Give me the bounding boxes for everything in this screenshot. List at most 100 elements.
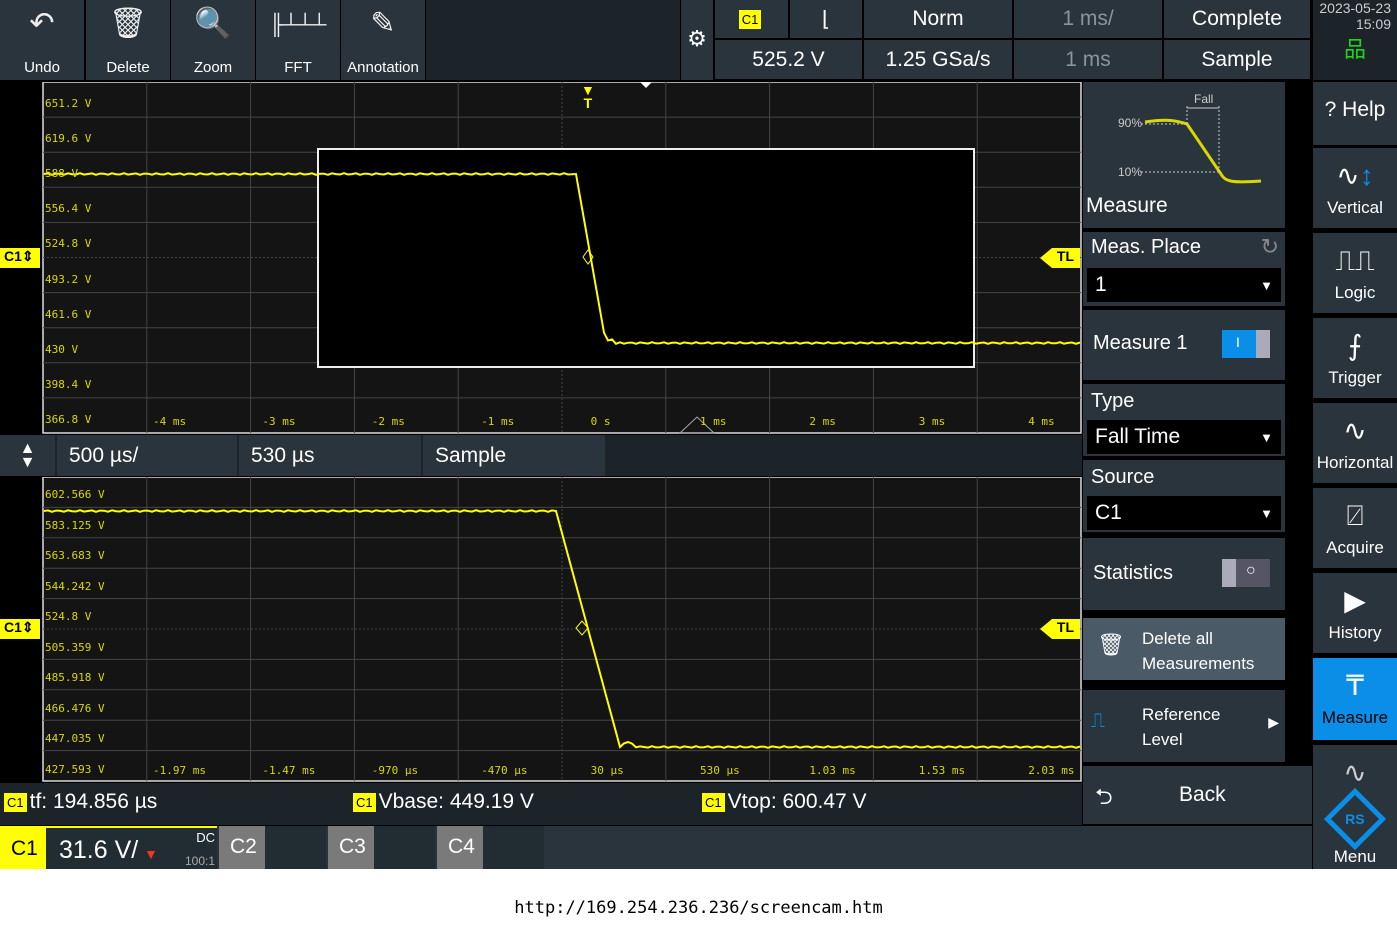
sidebar-acquire[interactable]: ⍁ Acquire	[1313, 488, 1397, 568]
source-label: Source	[1091, 466, 1155, 488]
statistics-toggle-row[interactable]: Statistics ○	[1083, 538, 1285, 610]
c1-scale: 31.6 V/	[59, 836, 139, 864]
fft-button[interactable]: ╟┴┴┴ FFT	[256, 0, 340, 80]
acquisition-state[interactable]: Complete	[1164, 0, 1310, 38]
trigger-source[interactable]: C1	[715, 0, 788, 38]
delete-all-button[interactable]: 🗑 Delete all Measurements	[1083, 618, 1285, 680]
sidebar-vertical[interactable]: ∿↕ Vertical	[1313, 148, 1397, 228]
axis-label: 366.8 V	[45, 412, 92, 426]
axis-label: 505.359 V	[45, 640, 105, 654]
trash-icon: 🗑	[1097, 632, 1125, 657]
sidebar-label: Trigger	[1328, 368, 1382, 387]
sidebar-horizontal[interactable]: ∿ Horizontal	[1313, 403, 1397, 483]
channel-c2-settings[interactable]	[265, 826, 326, 869]
meas-place-select[interactable]: 1 ▼	[1087, 268, 1281, 302]
type-select[interactable]: Fall Time ▼	[1087, 420, 1281, 454]
axis-label: 588 V	[45, 167, 79, 181]
horizontal-icon: ∿	[1343, 415, 1367, 446]
offset-marker-icon: ▼	[144, 846, 158, 862]
axis-label: 30 µs	[590, 764, 624, 777]
channel-c3-settings[interactable]	[374, 826, 435, 869]
back-button[interactable]: ⮌ Back	[1083, 766, 1312, 824]
axis-label: 524.8 V	[45, 610, 92, 623]
axis-label: 651.2 V	[45, 97, 92, 110]
fall-label: Fall	[1194, 92, 1214, 106]
trash-icon: 🗑	[108, 7, 148, 40]
channel-c4-settings[interactable]	[483, 826, 544, 869]
acquisition-mode[interactable]: Sample	[1164, 40, 1310, 79]
fft-label: FFT	[284, 59, 312, 76]
trigger-level[interactable]: 525.2 V	[715, 40, 862, 79]
axis-label: -970 µs	[371, 764, 419, 777]
sidebar-label: Help	[1342, 98, 1386, 121]
trigger-mode[interactable]: Norm	[864, 0, 1012, 38]
sidebar-history[interactable]: ▶ History	[1313, 573, 1397, 653]
zoom-mode[interactable]: Sample	[423, 435, 605, 476]
channel-marker-upper[interactable]: C1⇕	[0, 248, 40, 268]
sidebar-logic[interactable]: ⎍⎍ Logic	[1313, 233, 1397, 313]
channel-marker-lower[interactable]: C1⇕	[0, 619, 40, 639]
statistics-toggle[interactable]: ○	[1222, 559, 1270, 587]
axis-label: -470 µs	[481, 764, 528, 777]
record-length[interactable]: 1 ms	[1014, 40, 1162, 79]
axis-label: 563.683 V	[45, 549, 105, 562]
axis-label: 2.03 ms	[1028, 764, 1075, 777]
source-badge: C1	[4, 792, 27, 812]
axis-label: 1 ms	[700, 415, 727, 428]
measure1-toggle-row[interactable]: Measure 1 I	[1083, 310, 1285, 380]
trigger-source-badge: C1	[738, 9, 762, 29]
axis-label: 544.242 V	[45, 579, 105, 593]
trigger-position-marker[interactable]: ▼ T	[581, 83, 595, 110]
undo-button[interactable]: ↶ Undo	[0, 0, 84, 80]
axis-label: 461.6 V	[45, 307, 92, 321]
undo-label: Undo	[24, 59, 60, 76]
measurement-vbase[interactable]: C1 Vbase: 449.19 V	[353, 790, 534, 814]
sidebar-menu[interactable]: ∿ RS Menu	[1313, 745, 1397, 869]
upper-waveform-grid[interactable]	[0, 82, 1082, 434]
vertical-icon: ∿↕	[1336, 160, 1374, 191]
zoom-timebase[interactable]: 500 µs/	[57, 435, 237, 476]
reset-icon[interactable]: ↻	[1261, 234, 1279, 260]
source-select[interactable]: C1 ▼	[1087, 496, 1281, 530]
undo-icon: ↶	[29, 7, 55, 40]
annotation-button[interactable]: ✎ Annotation	[341, 0, 425, 80]
timebase[interactable]: 1 ms/	[1014, 0, 1162, 38]
axis-label: -2 ms	[371, 415, 405, 428]
caliper-icon: ₸	[1346, 670, 1364, 701]
back-arrow-icon: ⮌	[1095, 784, 1113, 809]
measurement-tf[interactable]: C1 tf: 194.856 µs	[4, 790, 157, 814]
sidebar-help[interactable]: ? Help	[1313, 82, 1397, 145]
channel-c2-button[interactable]: C2	[219, 826, 265, 869]
axis-label: 619.6 V	[45, 132, 92, 146]
axis-label: 583.125 V	[45, 518, 105, 532]
channel-c3-button[interactable]: C3	[328, 826, 374, 869]
channel-c4-button[interactable]: C4	[437, 826, 483, 869]
clock: 2023-05-23 15:09 品	[1313, 0, 1397, 80]
measurement-value: Vtop: 600.47 V	[727, 790, 867, 813]
zoom-button[interactable]: 🔍 Zoom	[171, 0, 255, 80]
axis-label: 1.53 ms	[918, 764, 966, 777]
zoom-updown-icon[interactable]: ▲ ▼	[0, 435, 55, 476]
meas-place-value: 1	[1095, 273, 1107, 296]
channel-c1-button[interactable]: C1	[0, 826, 46, 869]
c1-probe: 100:1	[184, 854, 215, 868]
sidebar-measure[interactable]: ₸ Measure	[1313, 658, 1397, 740]
reference-level-icon: ⎍	[1091, 710, 1105, 732]
lower-waveform-grid[interactable]	[0, 477, 1082, 782]
back-label: Back	[1179, 783, 1226, 806]
sample-rate[interactable]: 1.25 GSa/s	[864, 40, 1012, 79]
measurement-vtop[interactable]: C1 Vtop: 600.47 V	[702, 790, 867, 814]
delete-button[interactable]: 🗑 Delete	[86, 0, 170, 80]
zoom-window	[317, 148, 975, 368]
zoom-position[interactable]: 530 µs	[239, 435, 421, 476]
settings-gear-icon[interactable]: ⚙	[681, 0, 713, 80]
reference-level-button[interactable]: ⎍ Reference Level ▶	[1083, 690, 1285, 762]
meas-place-group: Meas. Place ↻ 1 ▼	[1083, 232, 1285, 306]
sidebar-trigger[interactable]: ⨍ Trigger	[1313, 318, 1397, 398]
delete-label: Delete	[106, 59, 150, 76]
channel-c1-settings[interactable]: 31.6 V/ ▼ DC 100:1	[46, 826, 217, 869]
falling-edge-icon[interactable]: ⌊	[790, 0, 862, 38]
axis-label: 430 V	[45, 342, 79, 356]
measure1-toggle[interactable]: I	[1222, 330, 1270, 358]
date: 2023-05-23	[1319, 0, 1391, 16]
